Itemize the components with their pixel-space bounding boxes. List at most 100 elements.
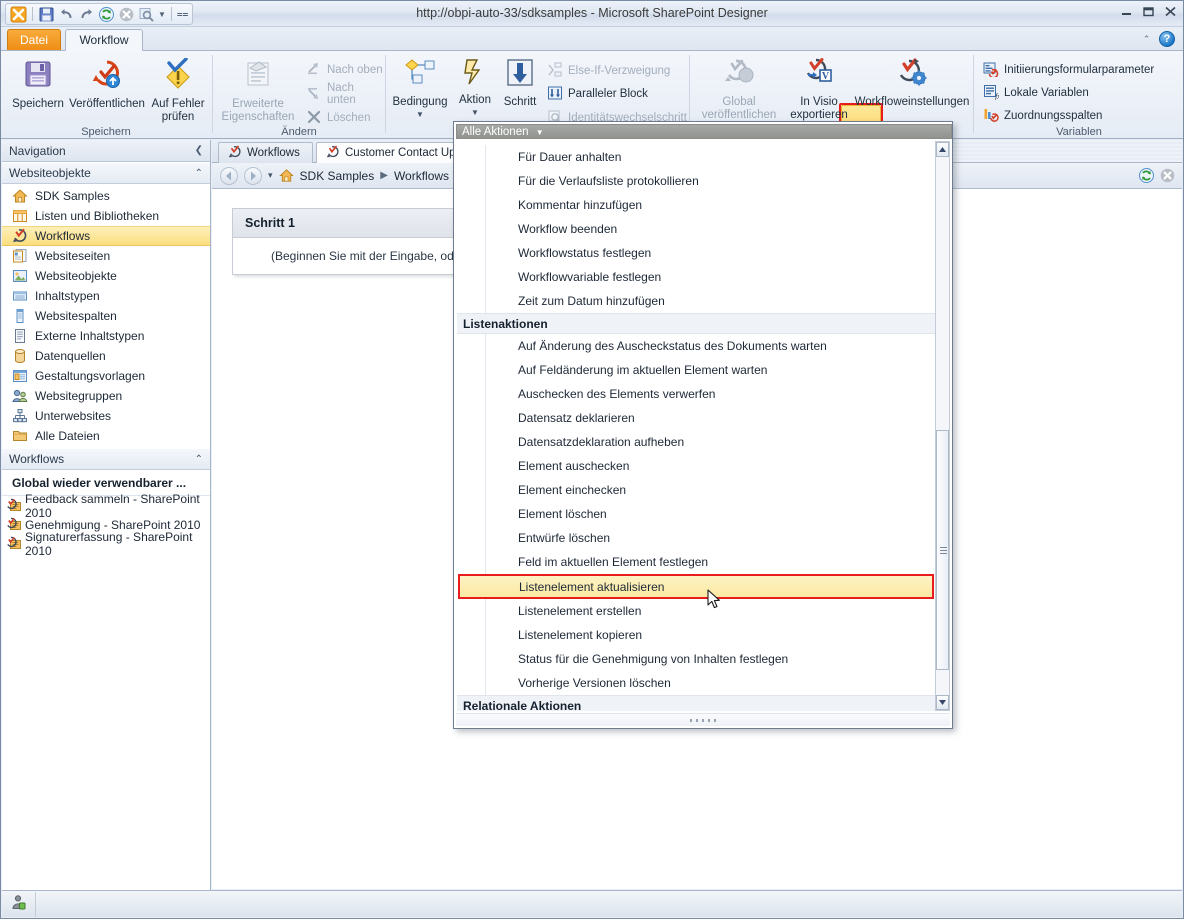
move-up-button[interactable]: Nach oben	[304, 59, 383, 81]
close-button[interactable]	[1164, 6, 1177, 19]
delete-label: Löschen	[327, 112, 371, 124]
tab-workflow[interactable]: Workflow	[65, 29, 143, 51]
workflows-section-title: Workflows	[9, 452, 65, 466]
sidebar-item-data-sources[interactable]: Datenquellen	[2, 346, 210, 366]
gallery-item[interactable]: Workflowstatus festlegen	[485, 241, 937, 265]
tab-datei[interactable]: Datei	[7, 29, 61, 50]
else-if-branch-button[interactable]: Else-If-Verzweigung	[545, 60, 670, 82]
gallery-item-listenelement-aktualisieren[interactable]: Listenelement aktualisieren	[458, 574, 934, 599]
gallery-resize-grip[interactable]	[456, 713, 950, 726]
tab-workflows[interactable]: Workflows	[218, 142, 313, 163]
gallery-item[interactable]: Status für die Genehmigung von Inhalten …	[485, 647, 937, 671]
gallery-item[interactable]: Datensatzdeklaration aufheben	[485, 430, 937, 454]
window-controls[interactable]	[1120, 6, 1177, 19]
collapse-ribbon-icon[interactable]: ⌃	[1140, 34, 1153, 44]
else-if-branch-icon	[547, 62, 563, 81]
save-button[interactable]: Speichern	[3, 54, 73, 124]
chevron-up-icon[interactable]: ⌃	[195, 454, 203, 465]
breadcrumb-item-sdk-samples[interactable]: SDK Samples	[300, 169, 375, 183]
publish-button[interactable]: Veröffentlichen	[69, 54, 145, 124]
step-button[interactable]: Schritt	[497, 54, 543, 124]
gallery-scrollbar[interactable]	[935, 141, 950, 711]
site-objects-list: SDK Samples Listen und Bibliotheken Work…	[2, 184, 210, 448]
chevron-down-icon[interactable]: ▼	[536, 128, 544, 137]
sidebar-item-master-pages[interactable]: Gestaltungsvorlagen	[2, 366, 210, 386]
gallery-item[interactable]: Workflow beenden	[485, 217, 937, 241]
sidebar-item-workflows[interactable]: Workflows	[2, 226, 210, 246]
action-button[interactable]: Aktion ▼	[455, 54, 495, 124]
scroll-down-button[interactable]	[936, 695, 949, 710]
gallery-item[interactable]: Feld im aktuellen Element festlegen	[485, 550, 937, 574]
move-down-button[interactable]: Nach unten	[304, 82, 384, 106]
back-button[interactable]	[220, 166, 238, 185]
minimize-button[interactable]	[1120, 6, 1133, 19]
gallery-item[interactable]: Vorherige Versionen löschen	[485, 671, 937, 695]
condition-button[interactable]: Bedingung ▼	[387, 54, 453, 124]
condition-dropdown-icon[interactable]: ▼	[387, 108, 453, 121]
association-columns-button[interactable]: Zuordnungsspalten	[981, 105, 1102, 127]
init-form-params-button[interactable]: Initiierungsformularparameter	[981, 59, 1154, 81]
workflows-section-header[interactable]: Workflows ⌃	[2, 448, 210, 470]
actions-gallery-dropdown[interactable]: Alle Aktionen ▼ Für Dauer anhalten Für d…	[453, 121, 953, 729]
gallery-item[interactable]: Auschecken des Elements verwerfen	[485, 382, 937, 406]
gallery-item-list[interactable]: Für Dauer anhalten Für die Verlaufsliste…	[457, 141, 937, 711]
sidebar-item-content-types[interactable]: Inhaltstypen	[2, 286, 210, 306]
gallery-item[interactable]: Für Dauer anhalten	[485, 145, 937, 169]
gallery-item[interactable]: Workflowvariable festlegen	[485, 265, 937, 289]
scrollbar-thumb[interactable]	[936, 430, 949, 670]
sidebar-item-site-columns[interactable]: Websitespalten	[2, 306, 210, 326]
gallery-item[interactable]: Element einchecken	[485, 478, 937, 502]
save-button-label: Speichern	[12, 98, 64, 110]
action-dropdown-icon[interactable]: ▼	[455, 106, 495, 119]
gallery-item[interactable]: Listenelement kopieren	[485, 623, 937, 647]
sidebar-item-site-assets[interactable]: Websiteobjekte	[2, 266, 210, 286]
gallery-item[interactable]: Auf Änderung des Auscheckstatus des Doku…	[485, 334, 937, 358]
list-item[interactable]: Feedback sammeln - SharePoint 2010	[2, 492, 210, 520]
gallery-item[interactable]: Element auschecken	[485, 454, 937, 478]
gallery-item[interactable]: Zeit zum Datum hinzufügen	[485, 289, 937, 313]
chevron-up-icon[interactable]: ⌃	[195, 168, 203, 179]
navigation-collapse-icon[interactable]: ❮	[195, 145, 203, 156]
workflow-settings-button[interactable]: Workfloweinstellungen	[853, 54, 971, 124]
gallery-item[interactable]: Element löschen	[485, 502, 937, 526]
local-variables-button[interactable]: fx Lokale Variablen	[981, 82, 1089, 104]
sidebar-item-site-pages[interactable]: Websiteseiten	[2, 246, 210, 266]
gallery-item[interactable]: Auf Feldänderung im aktuellen Element wa…	[485, 358, 937, 382]
list-item[interactable]: Signaturerfassung - SharePoint 2010	[2, 530, 210, 558]
parallel-block-button[interactable]: Paralleler Block	[545, 83, 648, 105]
site-assets-icon	[12, 268, 28, 284]
workflow-settings-label: Workfloweinstellungen	[854, 96, 970, 108]
gallery-header[interactable]: Alle Aktionen ▼	[456, 124, 952, 139]
stop-icon[interactable]	[1159, 167, 1176, 187]
else-if-branch-label: Else-If-Verzweigung	[568, 65, 671, 77]
gallery-item[interactable]: Entwürfe löschen	[485, 526, 937, 550]
sidebar-item-subsites[interactable]: Unterwebsites	[2, 406, 210, 426]
svg-text:V: V	[822, 71, 830, 82]
refresh-icon[interactable]	[1138, 167, 1155, 187]
gallery-item[interactable]: Datensatz deklarieren	[485, 406, 937, 430]
help-icon[interactable]: ?	[1159, 31, 1175, 47]
sidebar-item-sdk-samples[interactable]: SDK Samples	[2, 186, 210, 206]
sidebar-label: Websiteseiten	[35, 249, 111, 263]
publish-globally-button[interactable]: Global veröffentlichen	[693, 54, 785, 124]
export-visio-button[interactable]: V In Visio exportieren	[787, 54, 851, 124]
maximize-button[interactable]	[1142, 6, 1155, 19]
site-objects-section-header[interactable]: Websiteobjekte ⌃	[2, 162, 210, 184]
association-columns-icon	[983, 107, 999, 126]
sidebar-item-all-files[interactable]: Alle Dateien	[2, 426, 210, 446]
advanced-properties-button[interactable]: Erweiterte Eigenschaften	[220, 54, 296, 124]
sidebar-item-lists-libraries[interactable]: Listen und Bibliotheken	[2, 206, 210, 226]
gallery-item[interactable]: Für die Verlaufsliste protokollieren	[485, 169, 937, 193]
sidebar-item-external-content-types[interactable]: Externe Inhaltstypen	[2, 326, 210, 346]
move-down-icon	[306, 85, 322, 104]
gallery-item[interactable]: Kommentar hinzufügen	[485, 193, 937, 217]
advanced-properties-label: Erweiterte Eigenschaften	[221, 98, 295, 123]
scroll-up-button[interactable]	[936, 142, 949, 157]
forward-button[interactable]	[244, 166, 262, 185]
breadcrumb-item-workflows[interactable]: Workflows	[394, 169, 449, 183]
check-errors-button[interactable]: Auf Fehler prüfen	[147, 54, 209, 124]
workflow-item-icon	[6, 498, 22, 514]
scrollbar-grip-icon	[940, 546, 947, 554]
sidebar-item-site-groups[interactable]: Websitegruppen	[2, 386, 210, 406]
breadcrumb-dropdown-icon[interactable]: ▾	[268, 170, 273, 181]
